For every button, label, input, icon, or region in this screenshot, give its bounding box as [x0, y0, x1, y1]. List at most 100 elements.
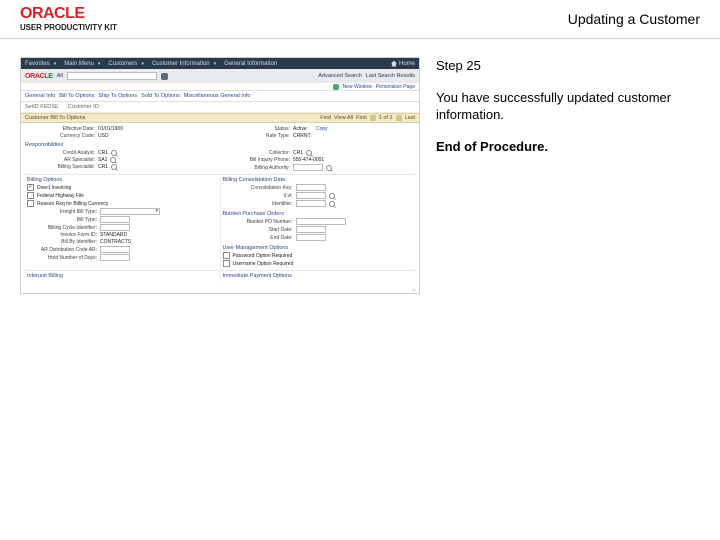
currency-code-value: USD [98, 133, 109, 139]
ar-specialist-label: AR Specialist: [25, 157, 95, 163]
tab-sold-to[interactable]: Sold To Options [141, 93, 180, 99]
status-value: Active [293, 126, 307, 132]
lookup-icon[interactable] [329, 193, 335, 199]
section-banner: Customer Bill To Options Find View All F… [21, 113, 419, 123]
pager-position: 1 of 2 [379, 115, 393, 121]
reason-req-checkbox[interactable] [27, 200, 34, 207]
ilvl-label: ILvl: [223, 193, 293, 199]
consol-identifier-input[interactable] [296, 200, 326, 207]
window-tools: New Window Personalize Page [21, 83, 419, 91]
lookup-icon[interactable] [306, 150, 312, 156]
search-go-icon[interactable] [161, 73, 168, 80]
search-input[interactable] [67, 72, 157, 80]
ar-dist-code-input[interactable] [100, 246, 130, 253]
status-label: Status: [220, 126, 290, 132]
nav-customers[interactable]: Customers [108, 61, 144, 67]
section-title: Customer Bill To Options [25, 115, 85, 121]
pager-last[interactable]: Last [405, 115, 415, 121]
po-end-date-label: End Date: [223, 235, 293, 241]
personalize-link[interactable]: Personalize Page [376, 84, 415, 90]
ar-dist-code-label: AR Distribution Code AR: [27, 247, 97, 253]
oracle-wordmark: ORACLE [25, 73, 53, 80]
nav-customer-info[interactable]: Customer Information [152, 61, 216, 67]
direct-invoicing-checkbox[interactable] [27, 184, 34, 191]
lookup-icon[interactable] [326, 165, 332, 171]
currency-code-label: Currency Code: [25, 133, 95, 139]
lookup-icon[interactable] [111, 164, 117, 170]
consolidation-key-input[interactable] [296, 184, 326, 191]
fed-highway-checkbox[interactable] [27, 192, 34, 199]
last-results-link[interactable]: Last Search Results [366, 73, 415, 79]
nav-home[interactable]: Home [391, 61, 415, 67]
bill-type-input[interactable] [100, 216, 130, 223]
bill-by-label: Bill By Identifier: [27, 239, 97, 245]
billing-authority-label: Billing Authority: [220, 165, 290, 171]
nav-home-label: Home [399, 61, 415, 67]
blanket-po-heading: Blanket Purchase Orders [223, 211, 414, 217]
ar-specialist-value: SA1 [98, 157, 107, 163]
app-screenshot: Favorites Main Menu Customers Customer I… [20, 57, 420, 294]
rate-type-value: CRRNT [293, 133, 311, 139]
po-start-date-input[interactable] [296, 226, 326, 233]
po-start-date-label: Start Date: [223, 227, 293, 233]
hold-days-label: Hold Number of Days: [27, 255, 97, 261]
pager-viewall[interactable]: View All [334, 115, 353, 121]
rate-type-label: Rate Type: [220, 133, 290, 139]
copy-link[interactable]: Copy [316, 126, 328, 132]
billing-specialist-label: Billing Specialist: [25, 164, 95, 170]
new-window-link[interactable]: New Window [343, 84, 372, 90]
new-window-icon[interactable] [333, 84, 339, 90]
interunit-billing-link[interactable]: Interunit Billing [27, 273, 63, 279]
pager-find[interactable]: Find [320, 115, 331, 121]
fed-highway-label: Federal Highway File [37, 193, 84, 199]
billing-specialist-value: CR1 [98, 164, 108, 170]
instruction-panel: Step 25 You have successfully updated cu… [436, 57, 700, 294]
password-req-checkbox[interactable] [223, 252, 230, 259]
invoice-form-label: Invoice Form ID: [27, 232, 97, 238]
tab-strip: General Info Bill To Options Ship To Opt… [21, 91, 419, 102]
lookup-icon[interactable] [329, 201, 335, 207]
brand-block: ORACLE USER PRODUCTIVITY KIT [20, 6, 117, 32]
context-row: SetID FEDSE Customer ID: [21, 102, 419, 113]
advanced-search-link[interactable]: Advanced Search [318, 73, 361, 79]
reason-req-label: Reason Req for Billing Currency [37, 201, 108, 207]
blanket-po-input[interactable] [296, 218, 346, 225]
responsibilities-heading: Responsibilities [25, 142, 415, 148]
bill-type-label: Bill Type: [27, 217, 97, 223]
primary-nav: Favorites Main Menu Customers Customer I… [21, 58, 419, 69]
username-req-checkbox[interactable] [223, 260, 230, 267]
pager-next-icon[interactable] [396, 115, 402, 121]
po-end-date-input[interactable] [296, 234, 326, 241]
lookup-icon[interactable] [110, 157, 116, 163]
freight-bill-type-select[interactable] [100, 208, 160, 215]
billing-cycle-label: Billing Cycle Identifier: [27, 225, 97, 231]
username-req-label: Username Option Required [233, 261, 294, 267]
consol-identifier-label: Identifier: [223, 201, 293, 207]
ilvl-input[interactable] [296, 192, 326, 199]
lookup-icon[interactable] [111, 150, 117, 156]
divider [0, 38, 720, 39]
tab-misc[interactable]: Miscellaneous General Info [184, 93, 251, 99]
billing-authority-input[interactable] [293, 164, 323, 171]
pager-prev-icon[interactable] [370, 115, 376, 121]
customer-id-label: Customer ID: [68, 104, 100, 110]
bill-inquiry-phone-label: Bill Inquiry Phone: [220, 157, 290, 163]
tab-ship-to[interactable]: Ship To Options [98, 93, 137, 99]
pager-first[interactable]: First [356, 115, 367, 121]
effective-date-label: Effective Date: [25, 126, 95, 132]
nav-favorites[interactable]: Favorites [25, 61, 56, 67]
nav-main-menu[interactable]: Main Menu [64, 61, 100, 67]
search-scope[interactable]: All [57, 73, 63, 79]
billing-cycle-input[interactable] [100, 224, 130, 231]
hold-days-input[interactable] [100, 254, 130, 261]
tab-bill-to[interactable]: Bill To Options [59, 93, 94, 99]
credit-analyst-value: CR1 [98, 150, 108, 156]
nav-general-info[interactable]: General Information [224, 61, 277, 67]
freight-bill-type-label: Freight Bill Type: [27, 209, 97, 215]
tab-general-info[interactable]: General Info [25, 93, 55, 99]
billing-options-heading: Billing Options [27, 177, 218, 183]
consolidation-key-label: Consolidation Key: [223, 185, 293, 191]
pager: Find View All First 1 of 2 Last [320, 115, 415, 121]
blanket-po-label: Blanket PO Number: [223, 219, 293, 225]
immediate-payment-link[interactable]: Immediate Payment Options [223, 273, 292, 279]
